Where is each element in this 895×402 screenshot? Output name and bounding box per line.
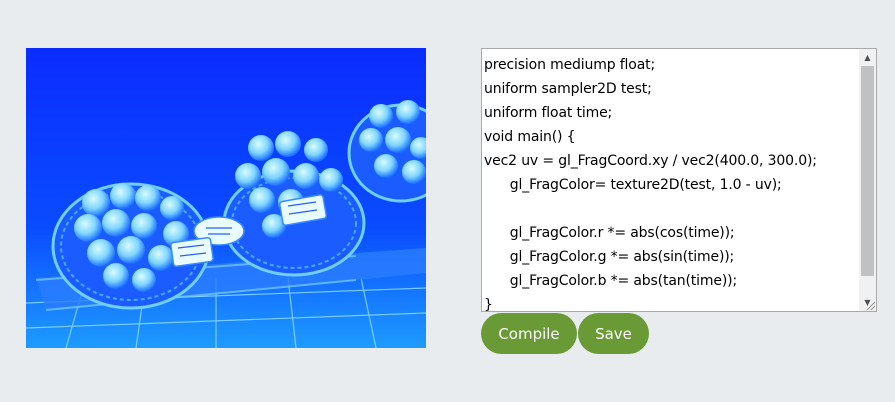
shader-code-editor[interactable]: precision mediump float; uniform sampler… [481,48,877,312]
code-line: precision mediump float; [484,57,656,73]
scroll-up-arrow-icon[interactable]: ▲ [859,49,876,66]
code-line: gl_FragColor.b *= abs(tan(time)); [484,273,738,289]
save-button[interactable]: Save [578,313,649,354]
editor-scrollbar[interactable]: ▲ ▼ [859,49,876,311]
scrollbar-thumb[interactable] [861,66,874,276]
code-line: uniform sampler2D test; [484,81,652,97]
compile-button[interactable]: Compile [481,313,577,354]
code-line: } [484,297,493,312]
code-text[interactable]: precision mediump float; uniform sampler… [484,53,858,312]
code-line: gl_FragColor= texture2D(test, 1.0 - uv); [484,177,782,193]
shader-output-image [26,48,426,348]
code-line: gl_FragColor.r *= abs(cos(time)); [484,225,735,241]
code-line: vec2 uv = gl_FragCoord.xy / vec2(400.0, … [484,153,817,169]
resize-grip-icon[interactable] [865,300,875,310]
code-line: void main() { [484,129,576,145]
code-line: gl_FragColor.g *= abs(sin(time)); [484,249,735,265]
shader-canvas [26,48,426,348]
code-line: uniform float time; [484,105,613,121]
